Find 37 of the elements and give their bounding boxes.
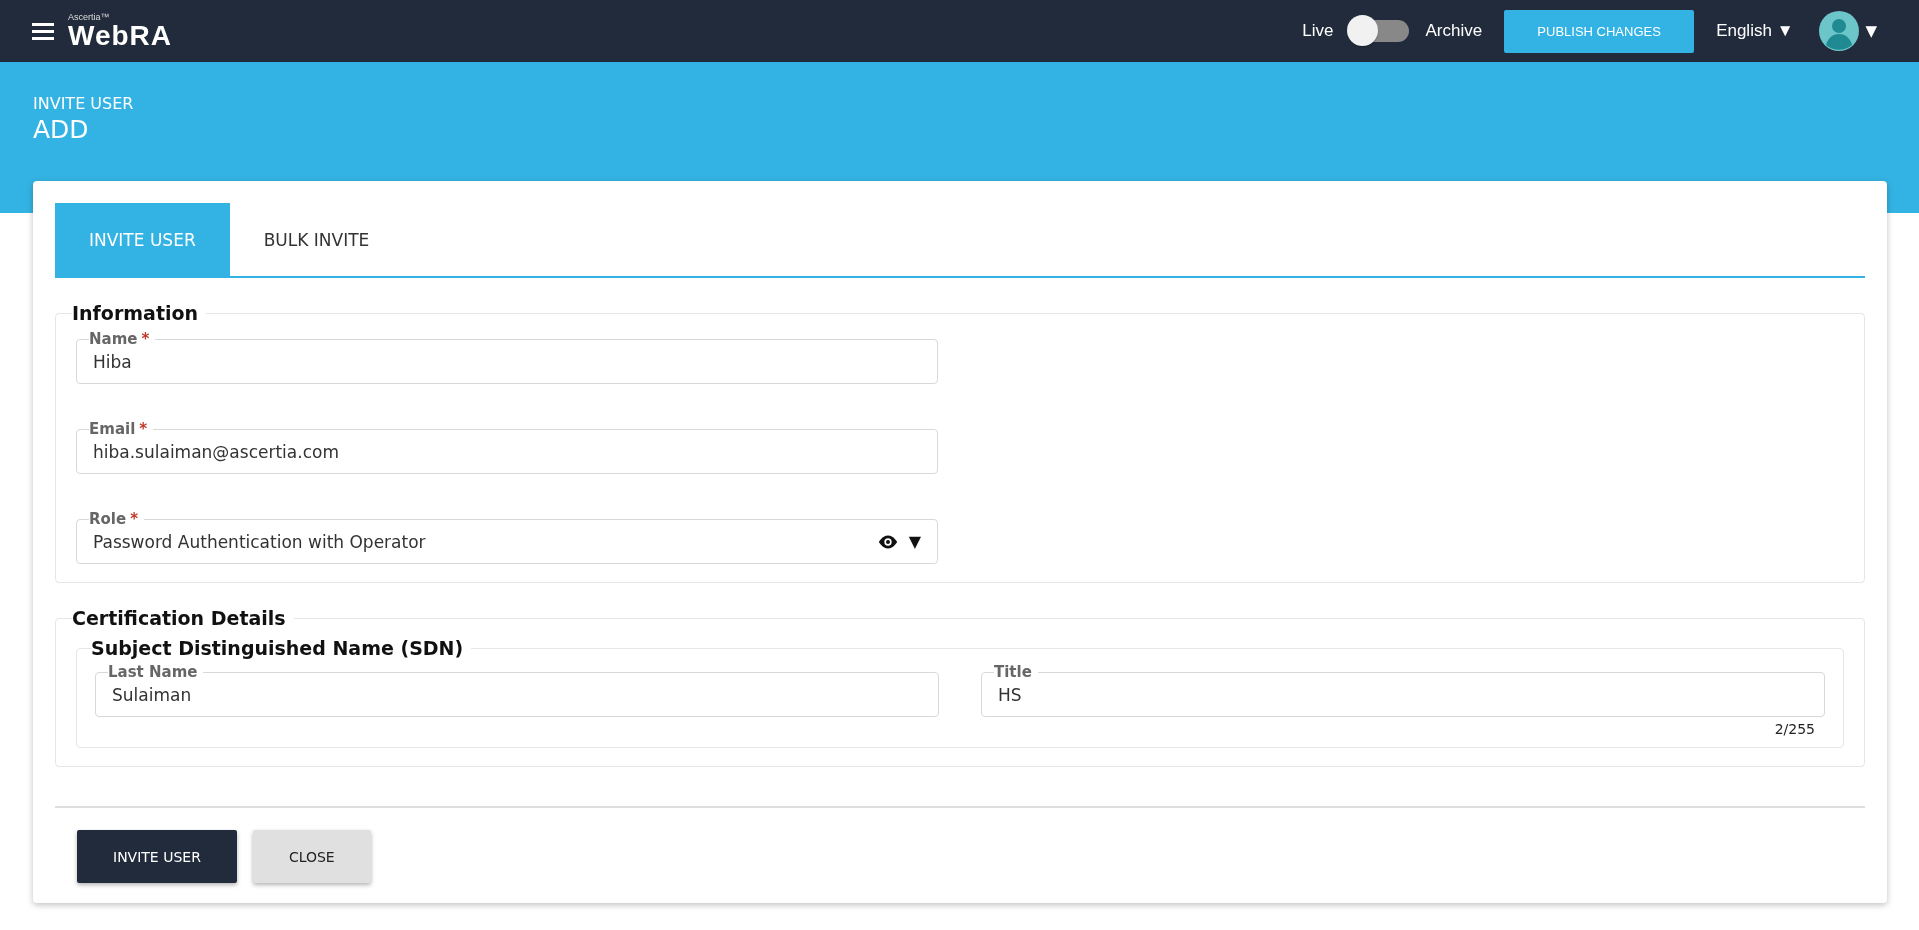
language-selector[interactable]: English ▼ — [1716, 21, 1794, 41]
field-value: hiba.sulaiman@ascertia.com — [93, 441, 340, 462]
eye-icon[interactable] — [876, 533, 899, 550]
required-mark: * — [130, 510, 139, 528]
field-value: HS — [998, 684, 1023, 705]
input-field[interactable]: Email * hiba.sulaiman@ascertia.com — [76, 420, 938, 474]
field-label: Name — [89, 330, 138, 348]
avatar-icon[interactable] — [1819, 11, 1860, 51]
tab[interactable]: BULK INVITE — [229, 203, 404, 276]
breadcrumb: INVITE USER — [33, 94, 135, 113]
archive-label: Archive — [1425, 21, 1483, 41]
section-title: Subject Distinguished Name (SDN) — [91, 637, 465, 659]
caret-icon[interactable]: ▼ — [908, 532, 921, 551]
page-title: ADD — [33, 115, 90, 144]
close-button[interactable]: CLOSE — [252, 830, 371, 883]
field-value: Hiba — [93, 351, 133, 372]
input-field[interactable]: Title HS — [981, 663, 1825, 717]
section-title: Certification Details — [72, 607, 287, 629]
live-label: Live — [1302, 21, 1334, 41]
field-value: Sulaiman — [112, 684, 193, 705]
brand-logo: WebRA — [68, 21, 173, 50]
field-label: Role — [89, 510, 127, 528]
character-counter: 2/255 — [1773, 721, 1816, 737]
invite-user-button[interactable]: INVITE USER — [77, 830, 237, 883]
field-label: Email — [89, 420, 136, 438]
field-label: Title — [994, 663, 1032, 681]
field-label: Last Name — [108, 663, 198, 681]
required-mark: * — [141, 330, 150, 348]
menu-icon[interactable] — [32, 22, 54, 40]
caret-icon[interactable]: ▼ — [1865, 22, 1877, 40]
select-field[interactable]: Role * Password Authentication with Operator ▼ — [76, 510, 938, 564]
required-mark: * — [139, 420, 148, 438]
brand-tagline: Ascertia™ — [68, 12, 111, 22]
section-title: Information — [72, 302, 200, 324]
input-field[interactable]: Name * Hiba — [76, 330, 938, 384]
field-value: Password Authentication with Operator — [93, 531, 427, 552]
input-field[interactable]: Last Name Sulaiman — [95, 663, 939, 717]
